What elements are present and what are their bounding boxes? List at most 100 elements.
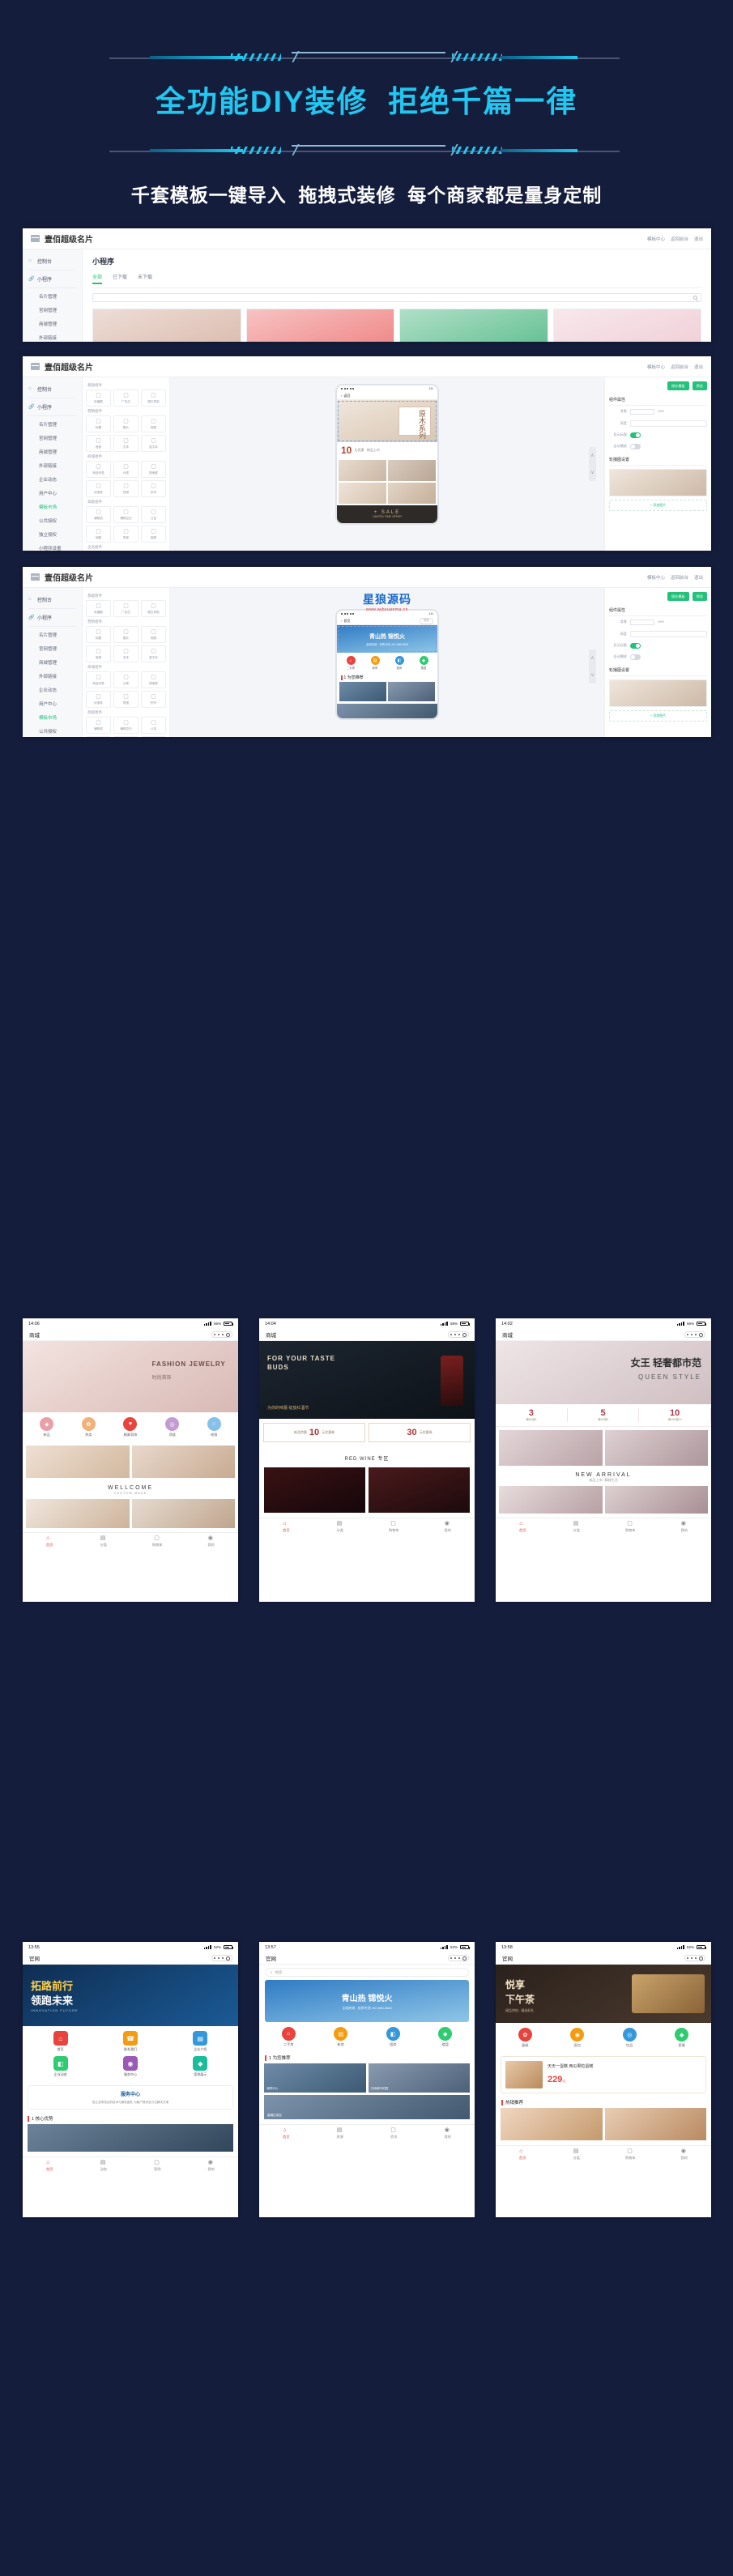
canvas-side-tools-3[interactable]: ∧ ∨	[589, 649, 596, 683]
tab-all[interactable]: 全部	[92, 273, 103, 284]
icon-nav-item[interactable]: ☎ 联系我们	[97, 2031, 163, 2052]
component-library-3[interactable]: 基础组件 ▢ 轮播图 ▢ 广告位 ▢ 图文导航 营销组件 ▢ 标题 ▢ 图片 ▢ 视频 ▢ 音频 ▢ 文本 ▢ 富文本…	[83, 588, 170, 737]
component-richtext-icon[interactable]: ▢ 富文本	[141, 645, 166, 662]
canvas-nav-item[interactable]: ◧ 租房	[394, 656, 404, 670]
sidebar-group-1[interactable]: 🔗 小程序	[23, 610, 82, 625]
coupon-card[interactable]: 新品特惠 10 元优惠券	[263, 1423, 365, 1442]
inspector-image-thumb[interactable]	[609, 469, 707, 496]
component-group-icon[interactable]: ▢ 拼团	[113, 480, 139, 497]
icon-nav-item[interactable]: ▤ 新房	[334, 2027, 348, 2047]
topbar-item-2[interactable]: 退出	[694, 364, 703, 370]
icon-nav-item[interactable]: ✿ 热卖	[81, 1417, 96, 1437]
component-notice-icon[interactable]: ▢ 公告	[141, 717, 166, 734]
sidebar-item-6[interactable]: 企业动态	[23, 683, 82, 696]
mobile-tab-1[interactable]: ▤ 分类	[313, 1518, 368, 1535]
mobile-tabbar[interactable]: ⌂ 首页 ▤ 分类 ▢ 购物车 ◉ 我的	[23, 1532, 238, 1550]
component-search-icon[interactable]: ▢ 搜索框	[141, 671, 166, 688]
promo-card[interactable]: 天天一蛋糕 西瓜果粒蛋糕 229元	[501, 2056, 706, 2093]
admin-sidebar[interactable]: ⌂控制台🔗小程序名片管理官网管理商城管理外部链接企业动态用户中心模板市场公共授权…	[23, 249, 83, 342]
component-search-icon[interactable]: ▢ 搜索框	[141, 461, 166, 478]
toggle-switch[interactable]	[630, 443, 641, 449]
sidebar-item-5[interactable]: 外部链接	[23, 330, 82, 342]
sidebar-group-0[interactable]: ⌂ 控制台	[23, 381, 82, 397]
coupon-row[interactable]: 3 满59减3 5 满99减5 10 满199减10	[496, 1404, 711, 1427]
move-down-icon[interactable]: ∨	[590, 672, 594, 678]
color-swatch[interactable]	[630, 619, 654, 625]
hero-banner[interactable]: FASHION JEWELRY 时尚首饰	[23, 1341, 238, 1412]
component-flash-icon[interactable]: ▢ 秒杀	[141, 691, 166, 708]
mobile-tab-3[interactable]: ◉ 我的	[421, 1518, 475, 1535]
component-picture-icon[interactable]: ▢ 图片	[113, 415, 139, 432]
product-grid[interactable]	[23, 1442, 238, 1481]
mobile-tabbar[interactable]: ⌂ 首页 ▤ 动态 ▢ 案例 ◉ 我的	[23, 2157, 238, 2174]
component-audio-icon[interactable]: ▢ 音频	[86, 645, 111, 662]
coupon-card[interactable]: 30 元优惠券	[369, 1423, 471, 1442]
mobile-tab-3[interactable]: ◉ 我的	[185, 1533, 239, 1550]
component-richtext-icon[interactable]: ▢ 富文本	[141, 435, 166, 452]
component-ad-icon[interactable]: ▢ 广告位	[113, 600, 139, 617]
mobile-tab-1[interactable]: ▤ 分类	[77, 1533, 131, 1550]
mobile-tab-2[interactable]: ▢ 购物车	[603, 2146, 658, 2163]
mobile-tab-1[interactable]: ▤ 动态	[77, 2157, 131, 2174]
mobile-icon-nav[interactable]: ⌂ 二手房 ▤ 新房 ◧ 租房 ◆ 楼盘	[259, 2022, 475, 2052]
template-card[interactable]: 美妆护肤模板	[245, 309, 394, 342]
estate-cards[interactable]: 润同中心 万科城市花园	[259, 2063, 475, 2093]
component-flash-icon[interactable]: ▢ 秒杀	[141, 480, 166, 497]
topbar-item-1[interactable]: 返回前台	[671, 364, 688, 370]
component-list-icon[interactable]: ▢ 商品列表	[86, 461, 111, 478]
sidebar-item-8[interactable]: 模板市场	[23, 500, 82, 513]
topbar-item-1[interactable]: 返回前台	[671, 236, 688, 242]
inspector-button[interactable]: 保存模板	[667, 592, 689, 601]
coupon-card[interactable]: 10 满199减10	[639, 1408, 711, 1422]
phone-search-3[interactable]: 搜索	[419, 617, 433, 624]
coupon-card[interactable]: 3 满59减3	[496, 1408, 568, 1422]
toggle-switch[interactable]	[630, 432, 641, 438]
toggle-switch[interactable]	[630, 642, 641, 649]
component-audio-icon[interactable]: ▢ 音频	[86, 435, 111, 452]
component-coupon-icon[interactable]: ▢ 优惠券	[86, 691, 111, 708]
mobile-tab-3[interactable]: ◉ 我的	[658, 1518, 712, 1535]
move-up-icon[interactable]: ∧	[590, 453, 594, 458]
mobile-tab-3[interactable]: ◉ 我的	[421, 2125, 475, 2142]
topbar-item-2[interactable]: 退出	[694, 236, 703, 242]
canvas-nav-item[interactable]: ⌂ 二手房	[346, 656, 356, 670]
canvas-footer-block[interactable]: + SALE LIMITED TIME OFFER	[337, 505, 437, 523]
sidebar-item-5[interactable]: 外部链接	[23, 458, 82, 472]
mobile-tab-1[interactable]: ▤ 分类	[550, 1518, 604, 1535]
mobile-tab-3[interactable]: ◉ 我的	[658, 2146, 712, 2163]
component-grid-icon[interactable]: ▢ 图文导航	[141, 390, 166, 407]
filter-tabs[interactable]: 全部 已下载 未下载	[92, 273, 701, 288]
inspector-button[interactable]: 预览	[692, 381, 707, 390]
mobile-tab-2[interactable]: ▢ 案例	[130, 2157, 185, 2174]
icon-nav-item[interactable]: ◧ 租房	[386, 2027, 400, 2047]
icon-nav-item[interactable]: ○ 戒指	[207, 1417, 221, 1437]
search-bar[interactable]: ⌕ 搜索	[259, 1965, 475, 1980]
icon-nav-item[interactable]: ◧ 企业动态	[28, 2056, 93, 2077]
component-blank-icon[interactable]: ▢ 辅助空白	[113, 717, 139, 734]
sidebar-item-8[interactable]: 模板市场	[23, 710, 82, 724]
component-coupon-icon[interactable]: ▢ 优惠券	[86, 480, 111, 497]
toggle-switch[interactable]	[630, 654, 641, 660]
color-swatch[interactable]	[630, 408, 654, 415]
component-category-icon[interactable]: ▢ 分类	[113, 671, 139, 688]
property-inspector-3[interactable]: 保存模板 预览 组件属性 背景 #ffffff 高度 显示标题 自动播放 轮播图设置 + 添加图片	[604, 588, 711, 737]
mobile-tabbar[interactable]: ⌂ 首页 ▤ 房源 ▢ 资讯 ◉ 我的	[259, 2124, 475, 2142]
inspector-add-image[interactable]: + 添加图片	[609, 500, 707, 511]
component-title-icon[interactable]: ▢ 标题	[86, 626, 111, 643]
mobile-tabbar[interactable]: ⌂ 首页 ▤ 分类 ▢ 购物车 ◉ 我的	[496, 2145, 711, 2163]
canvas-estate-wide[interactable]	[337, 704, 437, 718]
component-notice-icon[interactable]: ▢ 公告	[141, 506, 166, 523]
component-image-icon[interactable]: ▢ 轮播图	[86, 390, 111, 407]
component-line-icon[interactable]: ▢ 辅助线	[86, 506, 111, 523]
miniprogram-capsule[interactable]	[448, 1955, 469, 1961]
canvas-side-tools[interactable]: ∧ ∨	[589, 447, 596, 481]
search-input[interactable]: ⌕ 搜索	[265, 1968, 469, 1977]
component-map-icon[interactable]: ▢地图	[86, 736, 111, 737]
sidebar-item-4[interactable]: 商城管理	[23, 317, 82, 330]
mobile-tab-1[interactable]: ▤ 分类	[550, 2146, 604, 2163]
miniprogram-capsule[interactable]	[448, 1331, 469, 1338]
sidebar-item-6[interactable]: 企业动态	[23, 472, 82, 486]
component-ad-icon[interactable]: ▢ 广告位	[113, 390, 139, 407]
icon-nav-item[interactable]: ◈ 新品	[40, 1417, 54, 1437]
topbar-item-0[interactable]: 模板中心	[647, 236, 665, 242]
